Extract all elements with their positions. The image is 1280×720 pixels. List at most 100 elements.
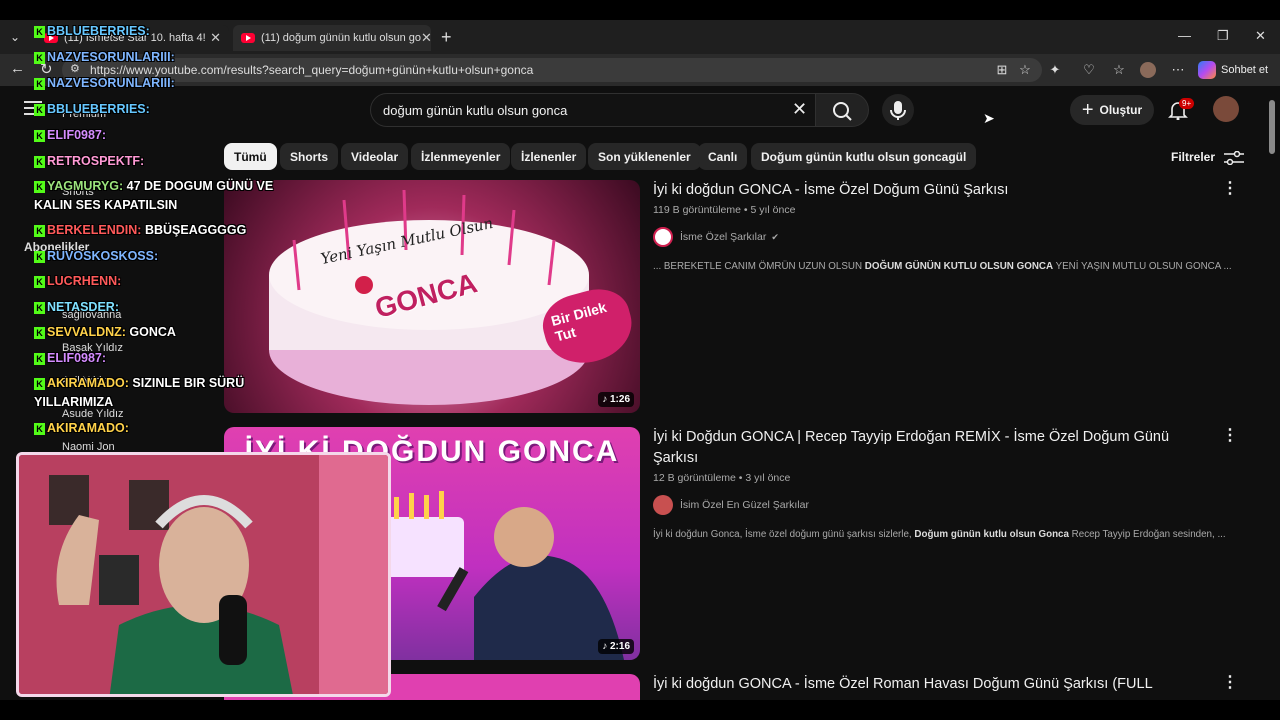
scrollbar[interactable] (1268, 90, 1276, 716)
video-thumbnail[interactable]: Yeni Yaşın Mutlu Olsun GONCA Bir Dilek T… (224, 180, 640, 413)
minimize-icon[interactable]: — (1178, 28, 1191, 43)
favorite-icon[interactable]: ☆ (1017, 62, 1033, 78)
bottom-bar (0, 700, 1280, 720)
close-window-icon[interactable]: ✕ (1255, 28, 1266, 44)
video-title[interactable]: İyi ki doğdun GONCA - İsme Özel Doğum Gü… (653, 180, 1213, 201)
filters-button[interactable]: Filtreler (1171, 150, 1245, 166)
clear-search-icon[interactable]: ✕ (792, 99, 807, 120)
kick-badge-icon: K (34, 51, 45, 64)
chat-message: K SEVVALDNZ: GONCA (34, 325, 176, 339)
youtube-icon (241, 33, 255, 43)
channel-link[interactable]: İsim Özel En Güzel Şarkılar (653, 495, 809, 515)
kick-badge-icon: K (34, 422, 45, 435)
video-description: ... BEREKETLE CANIM ÖMRÜN UZUN OLSUN DOĞ… (653, 261, 1232, 272)
voice-search-button[interactable] (882, 94, 914, 126)
close-icon[interactable]: ✕ (421, 30, 431, 46)
streamer-webcam-image (19, 455, 388, 694)
video-meta: 12 B görüntüleme • 3 yıl önce (653, 472, 791, 484)
chat-message: K NAZVESORUNLARIII: (34, 50, 175, 64)
tab-active[interactable]: (11) doğum günün kutlu olsun go ✕ (233, 25, 431, 51)
kick-badge-icon: K (34, 275, 45, 288)
chat-message: K RETROSPEKTF: (34, 154, 144, 168)
tab-list-icon[interactable]: ⌄ (10, 30, 20, 44)
profile-avatar[interactable] (1140, 62, 1156, 78)
extensions-icon[interactable]: ✦ (1047, 62, 1063, 78)
chat-message: K NAZVESORUNLARIII: (34, 76, 175, 90)
chip-unwatched[interactable]: İzlenmeyenler (411, 143, 511, 170)
chip-recent[interactable]: Son yüklenenler (588, 143, 701, 170)
filters-label: Filtreler (1171, 150, 1216, 164)
close-icon[interactable]: ✕ (210, 30, 221, 46)
url-text: https://www.youtube.com/results?search_q… (90, 63, 534, 77)
channel-avatar (653, 227, 673, 247)
webcam-overlay (16, 452, 391, 697)
more-options-icon[interactable]: ⋮ (1222, 178, 1238, 198)
maximize-icon[interactable]: ❐ (1217, 28, 1229, 44)
kick-badge-icon: K (34, 224, 45, 237)
chip-watched[interactable]: İzlenenler (511, 143, 587, 170)
chat-message: K NETASDER: (34, 300, 119, 314)
video-title[interactable]: İyi ki doğdun GONCA - İsme Özel Roman Ha… (653, 674, 1213, 695)
chat-message: K ELIF0987: (34, 128, 106, 142)
more-icon[interactable]: ⋯ (1170, 62, 1186, 78)
create-button[interactable]: + Oluştur (1070, 95, 1154, 125)
video-title[interactable]: İyi ki Doğdun GONCA | Recep Tayyip Erdoğ… (653, 427, 1213, 469)
url-field[interactable]: ⚙ https://www.youtube.com/results?search… (62, 58, 1042, 82)
kick-badge-icon: K (34, 103, 45, 116)
sidebar-channel[interactable]: Asude Yıldız (62, 408, 124, 420)
chip-videos[interactable]: Videolar (341, 143, 409, 170)
chat-message: KALIN SES KAPATILSIN (34, 198, 178, 212)
kick-badge-icon: K (34, 25, 45, 38)
chat-message: YILLARIMIZA (34, 395, 114, 409)
channel-link[interactable]: İsme Özel Şarkılar ✔ (653, 227, 779, 247)
chip-related[interactable]: Doğum günün kutlu olsun goncagül (751, 143, 977, 170)
scrollbar-thumb[interactable] (1269, 100, 1275, 154)
chat-message: K LUCRHENN: (34, 274, 121, 288)
create-label: Oluştur (1099, 103, 1143, 117)
new-tab-icon[interactable]: + (441, 27, 452, 48)
kick-badge-icon: K (34, 326, 45, 339)
kick-badge-icon: K (34, 129, 45, 142)
chat-message: K ELIF0987: (34, 351, 106, 365)
mic-icon (890, 101, 906, 120)
account-avatar[interactable] (1213, 96, 1239, 122)
kick-badge-icon: K (34, 155, 45, 168)
chat-message: K BBLUEBERRIES: (34, 24, 150, 38)
channel-name: İsim Özel En Güzel Şarkılar (680, 499, 809, 511)
notification-badge: 9+ (1179, 98, 1195, 109)
back-icon[interactable]: ← (10, 60, 25, 77)
more-options-icon[interactable]: ⋮ (1222, 672, 1238, 692)
chip-all[interactable]: Tümü (224, 143, 277, 170)
chat-message: K RUVOSKOSKOSS: (34, 249, 158, 263)
app-icon[interactable]: ⊞ (994, 62, 1010, 78)
channel-avatar (653, 495, 673, 515)
chat-message: K AKIRAMADO: SIZINLE BIR SÜRÜ (34, 376, 244, 390)
search-icon (833, 102, 852, 121)
collections-icon[interactable]: ☆ (1111, 62, 1127, 78)
chat-message: K YAGMURYG: 47 DE DOGUM GÜNÜ VE (34, 179, 273, 193)
copilot-icon (1198, 61, 1216, 79)
filter-icon (1224, 150, 1245, 166)
kick-badge-icon: K (34, 301, 45, 314)
copilot-chat-button[interactable]: Sohbet et (1198, 59, 1274, 81)
more-options-icon[interactable]: ⋮ (1222, 425, 1238, 445)
channel-name: İsme Özel Şarkılar (680, 231, 767, 243)
kick-badge-icon: K (34, 377, 45, 390)
chip-shorts[interactable]: Shorts (280, 143, 339, 170)
search-input[interactable]: doğum günün kutlu olsun gonca (370, 93, 816, 127)
search-value: doğum günün kutlu olsun gonca (383, 103, 568, 118)
kick-badge-icon: K (34, 180, 45, 193)
plus-icon: + (1081, 98, 1094, 121)
tab-label: (11) doğum günün kutlu olsun go (261, 32, 422, 44)
browser-essentials-icon[interactable]: ♡ (1081, 62, 1097, 78)
duration-badge: ♪ 2:16 (598, 639, 634, 654)
kick-badge-icon: K (34, 77, 45, 90)
video-meta: 119 B görüntüleme • 5 yıl önce (653, 204, 796, 216)
chat-message: K BBLUEBERRIES: (34, 102, 150, 116)
top-bar (0, 0, 1280, 20)
chip-live[interactable]: Canlı (698, 143, 748, 170)
verified-icon: ✔ (771, 231, 779, 242)
mouse-cursor-icon: ➤ (983, 110, 995, 126)
search-button[interactable] (815, 93, 869, 127)
chat-label: Sohbet et (1221, 64, 1269, 76)
